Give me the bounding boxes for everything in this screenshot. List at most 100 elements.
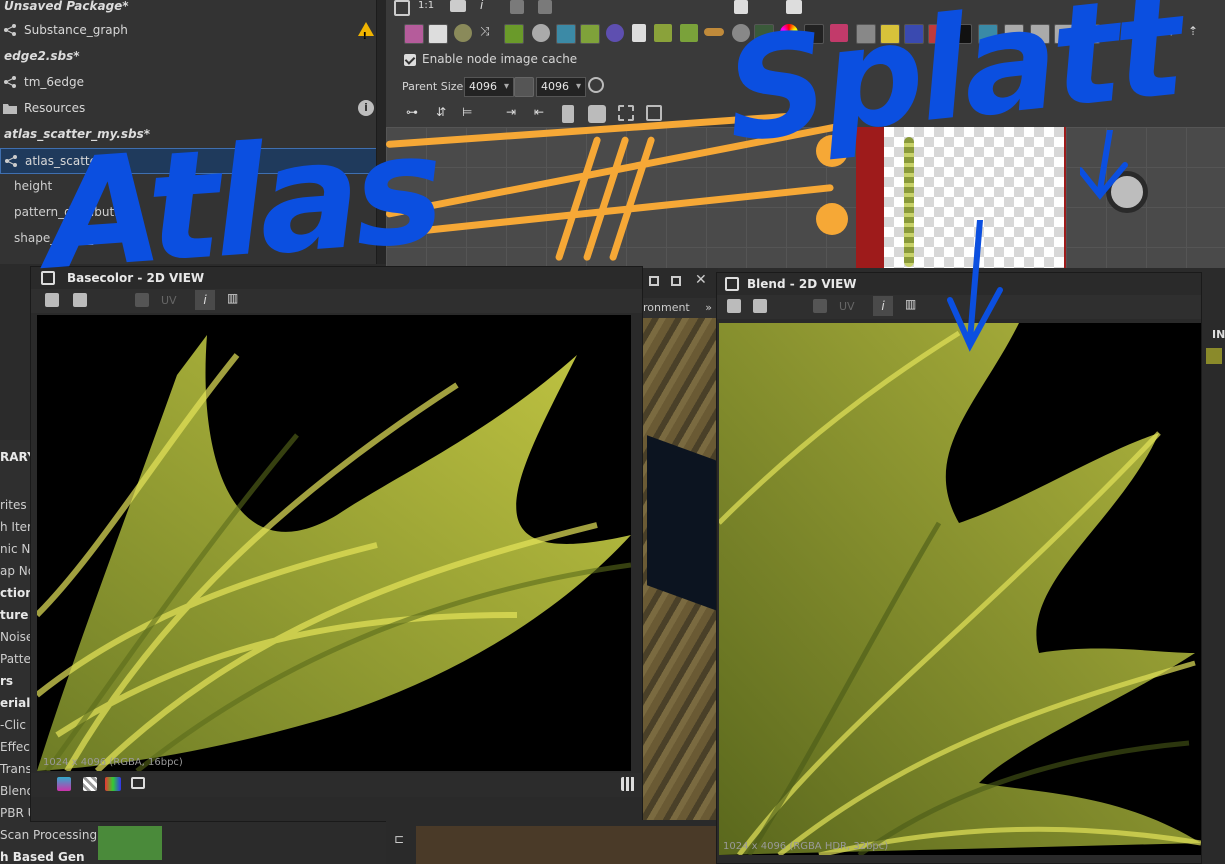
copy-icon[interactable] (45, 293, 59, 307)
image-icon[interactable] (404, 24, 424, 44)
uv-toggle[interactable]: UV (839, 300, 855, 313)
alpha-icon[interactable] (83, 777, 97, 791)
histogram-toggle-icon[interactable]: ▥ (227, 291, 238, 305)
library-item[interactable]: h Based Gen (0, 846, 100, 864)
clipboard-icon[interactable] (562, 105, 574, 123)
graph-item-substance-graph[interactable]: Substance_graph ! (0, 18, 386, 42)
node-icon[interactable] (510, 0, 524, 14)
transform-icon[interactable] (904, 24, 924, 44)
param-item[interactable]: pattern_distribution (0, 200, 386, 224)
levels-icon[interactable] (454, 24, 472, 42)
curve-icon[interactable] (504, 24, 524, 44)
tile-icon[interactable] (978, 24, 998, 44)
explorer-scrollbar[interactable] (376, 0, 386, 264)
panel-icon (41, 271, 55, 285)
package-unsaved[interactable]: Unsaved Package* (0, 0, 380, 18)
color-node-icon[interactable] (654, 24, 672, 42)
histogram-toggle-icon[interactable]: ▥ (905, 297, 916, 311)
folder-item-resources[interactable]: Resources i (0, 96, 386, 120)
node-input-port[interactable] (816, 135, 848, 167)
comment-icon[interactable] (1054, 24, 1074, 44)
info-toggle-icon[interactable]: i (873, 296, 893, 316)
bitmap-icon[interactable] (952, 24, 972, 44)
warp-icon[interactable] (830, 24, 848, 42)
tiling-icon[interactable] (135, 293, 149, 307)
layout-icon[interactable] (786, 0, 802, 14)
save-image-icon[interactable] (753, 299, 767, 313)
graph-item-tm-6edge[interactable]: tm_6edge (0, 70, 386, 94)
uniform-icon[interactable] (428, 24, 448, 44)
enable-cache-checkbox[interactable] (404, 54, 416, 66)
select-icon[interactable] (618, 105, 634, 121)
normal-icon[interactable] (856, 24, 876, 44)
blend-viewport[interactable]: 1024 x 4096 (RGBA HDR, 32bpc) (719, 323, 1201, 855)
snap2-icon[interactable]: ⇤ (534, 105, 552, 123)
save-icon[interactable] (734, 0, 748, 14)
param-item[interactable]: shape_scale_m (0, 226, 386, 250)
panel-title[interactable]: Basecolor - 2D VIEW (31, 267, 642, 289)
pattern-icon[interactable] (556, 24, 576, 44)
pin-icon[interactable]: ⇡ (1188, 24, 1206, 42)
layers-icon[interactable] (57, 777, 71, 791)
tiling-icon[interactable] (813, 299, 827, 313)
color-swatch[interactable] (1206, 348, 1222, 364)
link-size-icon[interactable] (514, 77, 534, 97)
environment-tab[interactable]: ronment » (643, 298, 718, 318)
rotate-icon[interactable] (646, 105, 662, 121)
distribute-icon[interactable]: ⊨ (462, 105, 480, 123)
grid-icon[interactable] (632, 24, 646, 42)
basecolor-viewport[interactable]: 1024 x 4096 (RGBA, 16bpc) (37, 315, 631, 771)
align-icon[interactable]: ⊶ (406, 105, 424, 123)
info-tool-icon[interactable]: i (480, 0, 483, 12)
parent-size-width-select[interactable]: 4096 (464, 77, 514, 97)
more-icon[interactable]: » (705, 298, 712, 318)
node-input-port[interactable] (816, 203, 848, 235)
thumbnail-strip (904, 137, 914, 267)
slider-icon[interactable]: -•- (1134, 24, 1152, 42)
histogram-icon[interactable] (754, 24, 774, 44)
maximize-icon[interactable] (649, 276, 659, 286)
library-thumbnail[interactable] (98, 826, 162, 860)
parent-size-height-select[interactable]: 4096 (536, 77, 586, 97)
tree-icon[interactable]: ⊏ (394, 832, 404, 846)
package-atlas-scatter[interactable]: atlas_scatter_my.sbs* (0, 122, 380, 146)
zoom-label[interactable]: 1:1 (418, 0, 434, 11)
shape-icon[interactable] (606, 24, 624, 42)
uv-toggle[interactable]: UV (161, 294, 177, 307)
shuffle-icon[interactable]: ⤨ (480, 24, 498, 42)
close-icon[interactable]: ✕ (695, 272, 707, 288)
package-edge2[interactable]: edge2.sbs* (0, 44, 380, 68)
snap-icon[interactable]: ⇥ (506, 105, 524, 123)
grid-view-icon[interactable] (621, 777, 635, 791)
wire-icon[interactable] (704, 28, 724, 36)
fill-icon[interactable] (928, 24, 948, 44)
copy-icon[interactable] (727, 299, 741, 313)
info-toggle-icon[interactable]: i (195, 290, 215, 310)
library-item[interactable]: Scan Processing (0, 824, 100, 846)
noise-icon[interactable] (804, 24, 824, 44)
display-icon[interactable] (131, 777, 145, 789)
dot-icon[interactable]: • (1110, 24, 1128, 42)
cube-icon[interactable] (588, 105, 606, 123)
frame-node-icon[interactable] (1080, 24, 1100, 44)
graph-item-atlas-scatter-my[interactable]: atlas_scatter_my (0, 148, 386, 174)
drop-icon[interactable] (532, 24, 550, 42)
camera-icon[interactable] (450, 0, 466, 12)
link-icon[interactable] (538, 0, 552, 14)
reset-size-icon[interactable] (588, 77, 604, 93)
float-icon[interactable] (671, 276, 681, 286)
pot-icon[interactable] (680, 24, 698, 42)
frame-icon[interactable] (394, 0, 410, 16)
save-image-icon[interactable] (73, 293, 87, 307)
output-icon[interactable] (1030, 24, 1050, 44)
mask-icon[interactable] (1004, 24, 1024, 44)
channels-icon[interactable] (105, 777, 121, 791)
blend-icon[interactable] (732, 24, 750, 42)
gradient-icon[interactable] (580, 24, 600, 44)
hue-icon[interactable] (780, 24, 798, 42)
info-icon[interactable]: i (358, 100, 374, 116)
share-icon[interactable]: ⇉ (1164, 24, 1182, 42)
lightning-icon[interactable] (880, 24, 900, 44)
align-vertical-icon[interactable]: ⇵ (436, 105, 454, 123)
param-item[interactable]: height (0, 174, 386, 198)
